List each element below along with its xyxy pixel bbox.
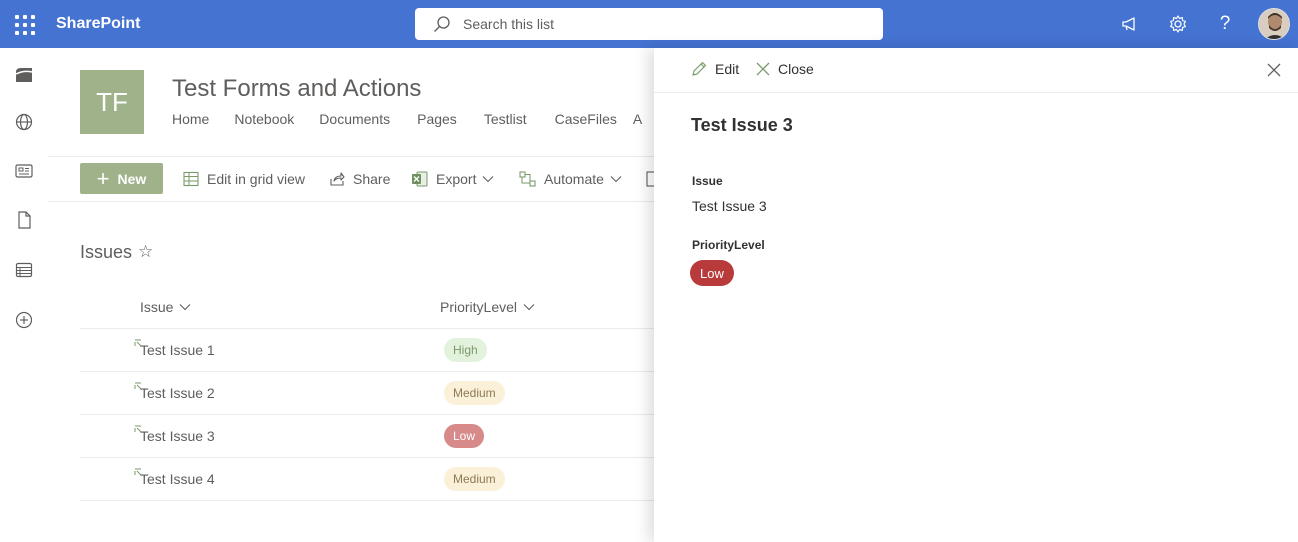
nav-documents[interactable]: Documents: [319, 111, 390, 127]
table-row[interactable]: Test Issue 1 High: [80, 328, 654, 371]
issue-cell[interactable]: Test Issue 2: [140, 385, 215, 401]
help-icon[interactable]: ?: [1213, 12, 1237, 36]
gear-icon[interactable]: [1166, 12, 1190, 36]
edit-grid-view-button[interactable]: Edit in grid view: [183, 170, 305, 188]
add-icon[interactable]: [13, 309, 35, 331]
new-button-label: New: [117, 170, 147, 187]
nav-casefiles[interactable]: CaseFiles: [555, 111, 617, 127]
issue-cell[interactable]: Test Issue 1: [140, 342, 215, 358]
left-rail: [0, 48, 48, 542]
nav-home[interactable]: Home: [172, 111, 209, 127]
issue-cell[interactable]: Test Issue 3: [140, 428, 215, 444]
divider: [48, 156, 654, 157]
table-row[interactable]: Test Issue 4 Medium: [80, 457, 654, 500]
export-label: Export: [436, 171, 477, 187]
share-label: Share: [353, 171, 391, 187]
search-box[interactable]: [415, 8, 883, 40]
panel-toolbar: Edit Close: [654, 48, 1298, 93]
chevron-down-icon: [610, 176, 622, 183]
grid-icon: [183, 171, 199, 187]
app-launcher-icon[interactable]: [14, 14, 35, 35]
column-header-issue[interactable]: Issue: [140, 299, 191, 315]
excel-icon: [412, 171, 428, 187]
column-header-label: Issue: [140, 299, 174, 315]
plus-icon: +: [96, 165, 110, 191]
field-value-issue: Test Issue 3: [692, 198, 767, 214]
chevron-down-icon: [483, 176, 494, 183]
share-button[interactable]: Share: [329, 170, 390, 188]
file-icon[interactable]: [13, 209, 35, 231]
divider: [80, 500, 654, 501]
chevron-down-icon: [523, 304, 535, 311]
edit-button[interactable]: Edit: [691, 61, 739, 77]
sharepoint-home-icon[interactable]: [13, 64, 35, 86]
site-logo[interactable]: TF: [80, 70, 144, 134]
field-label-issue: Issue: [692, 174, 723, 188]
priority-badge: High: [444, 338, 487, 362]
automate-icon: [519, 171, 536, 187]
search-input[interactable]: [463, 16, 843, 32]
close-icon: [756, 62, 770, 76]
pencil-icon: [692, 61, 707, 76]
table-row[interactable]: Test Issue 2 Medium: [80, 371, 654, 414]
site-navigation: Home Notebook Documents Pages Testlist C…: [172, 111, 664, 127]
automate-button[interactable]: Automate: [519, 170, 630, 188]
app-name[interactable]: SharePoint: [56, 15, 140, 33]
automate-label: Automate: [544, 171, 604, 187]
column-header-prioritylevel[interactable]: PriorityLevel: [440, 299, 535, 315]
edit-grid-view-label: Edit in grid view: [207, 171, 306, 187]
list-icon[interactable]: [13, 259, 35, 281]
close-label: Close: [778, 61, 814, 77]
field-value-prioritylevel-badge: Low: [690, 260, 734, 286]
divider: [48, 201, 654, 202]
field-label-prioritylevel: PriorityLevel: [692, 238, 765, 252]
list-title: Issues: [80, 242, 133, 262]
export-button[interactable]: Export: [411, 170, 502, 188]
chevron-down-icon: [180, 304, 191, 311]
favorite-star-icon[interactable]: ☆: [138, 242, 153, 262]
priority-badge: Medium: [444, 467, 505, 491]
table-row[interactable]: Test Issue 3 Low: [80, 414, 654, 457]
priority-badge: Low: [444, 424, 485, 448]
avatar[interactable]: [1258, 8, 1290, 40]
site-title[interactable]: Test Forms and Actions: [172, 75, 421, 103]
item-details-panel: Edit Close Test Issue 3 Issue Test Issue…: [654, 48, 1298, 542]
nav-notebook[interactable]: Notebook: [234, 111, 294, 127]
dismiss-panel-icon[interactable]: [1266, 62, 1282, 78]
panel-title: Test Issue 3: [691, 115, 793, 135]
issue-cell[interactable]: Test Issue 4: [140, 471, 215, 487]
nav-testlist[interactable]: Testlist: [484, 111, 527, 127]
nav-truncated-item[interactable]: A: [633, 111, 642, 127]
nav-pages[interactable]: Pages: [417, 111, 457, 127]
priority-badge: Medium: [444, 381, 505, 405]
suite-bar: SharePoint ?: [0, 0, 1298, 48]
search-icon: [434, 16, 450, 32]
new-button[interactable]: + New: [80, 163, 163, 194]
column-header-label: PriorityLevel: [440, 299, 518, 315]
share-icon: [330, 172, 345, 186]
globe-icon[interactable]: [13, 111, 35, 133]
edit-label: Edit: [715, 61, 740, 77]
megaphone-icon[interactable]: [1118, 12, 1142, 36]
close-button[interactable]: Close: [756, 61, 814, 77]
news-icon[interactable]: [13, 160, 35, 182]
